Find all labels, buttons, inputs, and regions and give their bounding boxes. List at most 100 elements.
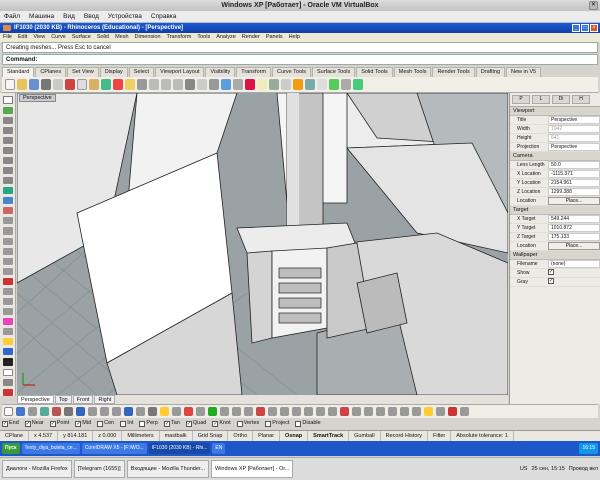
- zloc-field[interactable]: 1299.388: [548, 188, 600, 196]
- group-icon[interactable]: [2, 348, 13, 356]
- surface-from-curves-icon[interactable]: [208, 407, 217, 416]
- osnap-perp[interactable]: Perp: [139, 419, 158, 428]
- filename-field[interactable]: (none): [548, 260, 600, 268]
- render-icon[interactable]: [293, 79, 303, 90]
- solid-box-icon[interactable]: [2, 197, 13, 205]
- tab-standard[interactable]: Standard: [2, 67, 35, 77]
- import-icon[interactable]: [53, 79, 63, 90]
- loft-icon[interactable]: [220, 407, 229, 416]
- xp-task-coreldraw[interactable]: CorelDRAW X5 - [F:\WO...: [81, 443, 147, 454]
- status-planar[interactable]: Planar: [253, 431, 281, 441]
- tab-cplanes[interactable]: CPlanes: [35, 67, 67, 77]
- menu-help[interactable]: Help: [289, 33, 300, 42]
- start-button[interactable]: Пуск: [2, 443, 20, 454]
- offset-icon[interactable]: [2, 227, 13, 235]
- surface-icon[interactable]: [2, 187, 13, 195]
- osnap-mid-checkbox[interactable]: ✓: [75, 420, 82, 427]
- tab-set-view[interactable]: Set View: [67, 67, 99, 77]
- camera-place-button[interactable]: Place...: [548, 197, 600, 205]
- contour-icon[interactable]: [184, 407, 193, 416]
- menu-solid[interactable]: Solid: [97, 33, 109, 42]
- tab-mesh-tools[interactable]: Mesh Tools: [393, 67, 432, 77]
- viewport-title[interactable]: Perspective: [19, 94, 56, 102]
- hide-icon[interactable]: [2, 358, 13, 366]
- move-icon[interactable]: [2, 277, 13, 285]
- properties-icon[interactable]: [281, 79, 291, 90]
- osnap-quad[interactable]: ✓ Quad: [185, 419, 206, 428]
- copy-icon[interactable]: [77, 79, 87, 90]
- osnap-disable[interactable]: Disable: [295, 419, 321, 428]
- host-task-virtualbox[interactable]: Windows XP [Работает] - Or...: [211, 460, 294, 478]
- osnap-end[interactable]: ✓ End: [2, 419, 19, 428]
- line-icon[interactable]: [2, 116, 13, 124]
- cap-icon[interactable]: [148, 407, 157, 416]
- edge-surface-icon[interactable]: [292, 407, 301, 416]
- zt-field[interactable]: 175.133: [548, 233, 600, 241]
- viewport-tab-perspective[interactable]: Perspective: [17, 395, 54, 404]
- help-icon[interactable]: [353, 79, 363, 90]
- status-layer[interactable]: mastbalk: [160, 431, 193, 441]
- menu-edit[interactable]: Edit: [18, 33, 27, 42]
- section-icon[interactable]: [196, 407, 205, 416]
- redo-icon[interactable]: [113, 79, 123, 90]
- menu-mesh[interactable]: Mesh: [115, 33, 128, 42]
- mesh-icon[interactable]: [329, 79, 339, 90]
- osnap-near-checkbox[interactable]: ✓: [24, 420, 31, 427]
- select-icon[interactable]: [233, 79, 243, 90]
- command-input[interactable]: Command:: [2, 54, 598, 65]
- host-task-telegram[interactable]: [Telegram (1655)]: [73, 460, 125, 478]
- osnap-project[interactable]: Project: [265, 419, 289, 428]
- tab-viewport-layout[interactable]: Viewport Layout: [155, 67, 205, 77]
- polygon-icon[interactable]: [2, 177, 13, 185]
- osnap-perp-checkbox[interactable]: [139, 420, 146, 427]
- maximize-button[interactable]: □: [581, 24, 589, 32]
- viewport-tab-top[interactable]: Top: [54, 395, 72, 404]
- host-menu-machine[interactable]: Машина: [29, 11, 54, 22]
- menu-transform[interactable]: Transform: [167, 33, 192, 42]
- planar-surface-icon[interactable]: [280, 407, 289, 416]
- fillet-edge-icon[interactable]: [124, 407, 133, 416]
- title-field[interactable]: Perspective: [548, 116, 600, 124]
- host-task-thunderbird[interactable]: Входящие - Mozilla Thunder...: [126, 460, 209, 478]
- menu-tools[interactable]: Tools: [197, 33, 210, 42]
- xloc-field[interactable]: -1115.371: [548, 170, 600, 178]
- lock-icon[interactable]: [245, 79, 255, 90]
- osnap-int[interactable]: Int: [120, 419, 133, 428]
- host-menu-devices[interactable]: Устройства: [108, 11, 142, 22]
- show-checkbox[interactable]: ✓: [548, 269, 554, 275]
- minimize-button[interactable]: _: [572, 24, 580, 32]
- open-folder-icon[interactable]: [17, 79, 27, 90]
- osnap-point-checkbox[interactable]: ✓: [49, 420, 56, 427]
- panel-tab-layers[interactable]: L: [532, 95, 550, 104]
- dimension-icon[interactable]: [2, 328, 13, 336]
- shell-icon[interactable]: [136, 407, 145, 416]
- status-gumball[interactable]: Gumball: [349, 431, 381, 441]
- zoom-selected-icon[interactable]: [173, 79, 183, 90]
- unroll-icon[interactable]: [352, 407, 361, 416]
- bend-icon[interactable]: [400, 407, 409, 416]
- rendered-icon[interactable]: [221, 79, 231, 90]
- tab-solid-tools[interactable]: Solid Tools: [356, 67, 393, 77]
- osnap-near[interactable]: ✓ Near: [24, 419, 44, 428]
- osnap-cen-checkbox[interactable]: [97, 420, 104, 427]
- stop-icon[interactable]: [448, 407, 457, 416]
- analysis-icon[interactable]: [317, 79, 327, 90]
- taper-icon[interactable]: [412, 407, 421, 416]
- text-icon[interactable]: [2, 338, 13, 346]
- status-grid-snap[interactable]: Grid Snap: [193, 431, 229, 441]
- status-record-history[interactable]: Record History: [381, 431, 428, 441]
- tab-drafting[interactable]: Drafting: [475, 67, 506, 77]
- torus-icon[interactable]: [64, 407, 73, 416]
- new-file-icon[interactable]: [5, 79, 15, 90]
- cone-icon[interactable]: [52, 407, 61, 416]
- menu-panels[interactable]: Panels: [266, 33, 283, 42]
- menu-render[interactable]: Render: [242, 33, 260, 42]
- select-pointer-icon[interactable]: [4, 407, 13, 416]
- print-icon[interactable]: [41, 79, 51, 90]
- undo-icon[interactable]: [101, 79, 111, 90]
- split-icon[interactable]: [2, 247, 13, 255]
- smash-icon[interactable]: [364, 407, 373, 416]
- arc-icon[interactable]: [2, 156, 13, 164]
- menu-file[interactable]: File: [3, 33, 12, 42]
- trim-icon[interactable]: [2, 237, 13, 245]
